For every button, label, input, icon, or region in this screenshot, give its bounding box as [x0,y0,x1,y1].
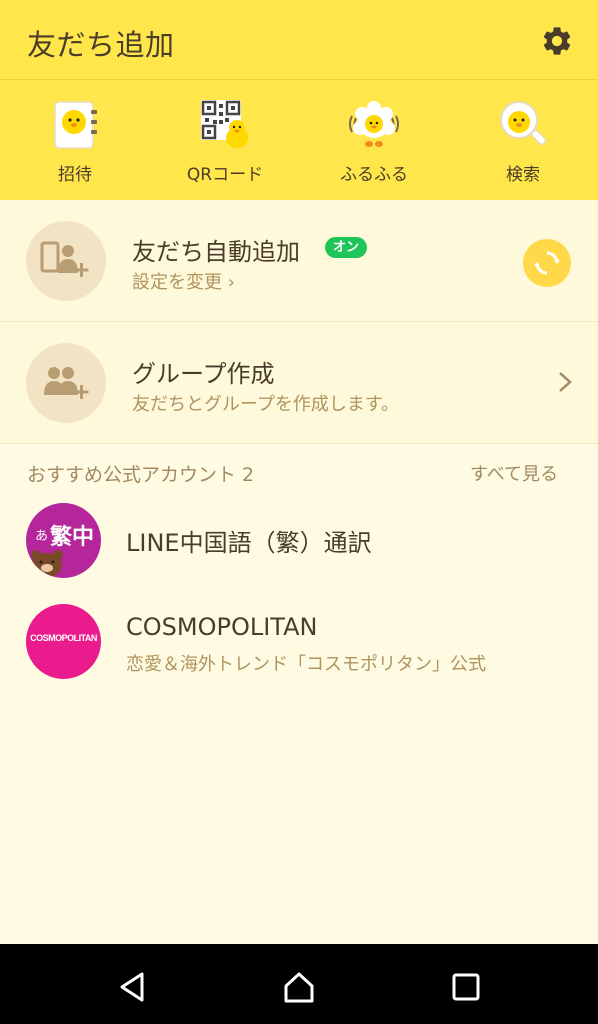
add-method-menu: 招待 QRコード ふるふる 検索 [0,80,598,200]
see-all-link[interactable]: すべて見る [470,460,558,486]
account-description: 恋愛＆海外トレンド「コスモポリタン」公式 [126,654,486,675]
auto-add-friends-row[interactable]: 友だち自動追加 オン 設定を変更 › [0,200,598,322]
account-item-line-translator[interactable]: あ 繁中 LINE中国語（繁）通訳 [0,495,598,595]
chevron-right-icon [559,372,572,392]
menu-item-search[interactable]: 検索 [458,80,588,200]
home-icon[interactable] [282,970,316,1004]
menu-item-shake[interactable]: ふるふる [309,80,439,200]
avatar: COSMOPOLITAN [26,604,101,679]
gear-icon[interactable] [540,24,574,58]
page-title: 友だち追加 [27,28,175,62]
account-name: LINE中国語（繁）通訳 [126,529,372,557]
create-group-avatar [26,343,106,423]
menu-item-invite[interactable]: 招待 [10,80,140,200]
menu-label-qr-code: QRコード [186,165,264,185]
system-nav-bar [0,944,598,1024]
add-friends-screen: 友だち追加 招待 QRコード ふるふる 検索 友だち自動追加 オン 設定を変更 … [0,0,598,1024]
status-badge: オン [325,237,368,258]
shake-icon [349,101,399,147]
sync-button[interactable] [523,239,571,287]
add-phone-contact-icon [40,241,89,277]
invite-icon [54,101,97,149]
account-item-cosmopolitan[interactable]: COSMOPOLITAN COSMOPOLITAN 恋愛＆海外トレンド「コスモポ… [0,600,598,700]
change-settings-link[interactable]: 設定を変更 › [132,268,235,294]
avatar-text: 繁中 [50,525,95,550]
menu-item-qr-code[interactable]: QRコード [160,80,290,200]
add-group-icon [44,367,89,399]
avatar-text-small: あ [35,529,49,544]
avatar-text: COSMOPOLITAN [30,633,97,643]
auto-add-title: 友だち自動追加 [132,238,300,266]
back-icon[interactable] [115,970,149,1004]
search-icon [500,101,547,145]
create-group-row[interactable]: グループ作成 友だちとグループを作成します。 [0,322,598,444]
menu-label-invite: 招待 [58,165,92,185]
create-group-subtitle: 友だちとグループを作成します。 [132,394,400,415]
create-group-title: グループ作成 [132,360,275,388]
account-name: COSMOPOLITAN [126,613,318,641]
menu-label-shake: ふるふる [340,165,408,185]
app-header: 友だち追加 [0,0,598,80]
auto-add-avatar [26,221,106,301]
qr-code-icon [201,100,248,148]
bear-icon [31,550,63,577]
recent-apps-icon[interactable] [449,970,483,1004]
sync-icon [534,251,560,275]
avatar: あ 繁中 [26,503,101,578]
menu-label-search: 検索 [506,165,540,185]
